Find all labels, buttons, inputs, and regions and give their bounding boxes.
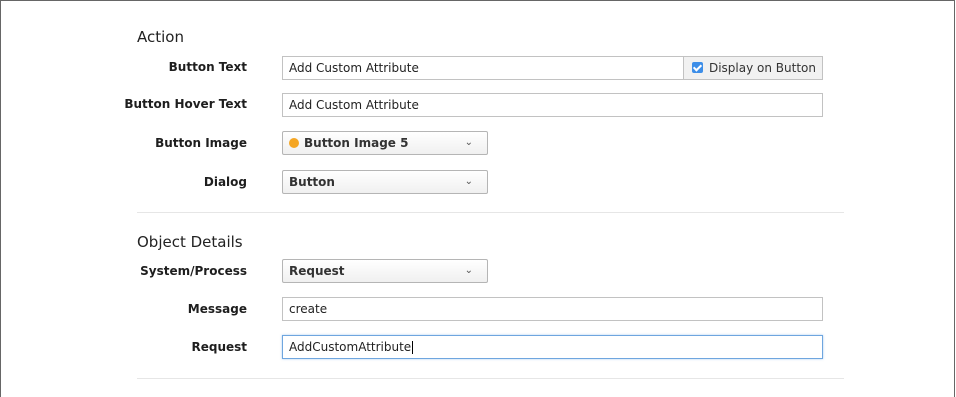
button-image-select[interactable]: Button Image 5 ⌄: [282, 131, 488, 155]
display-on-button-toggle[interactable]: Display on Button: [682, 56, 823, 80]
system-process-select[interactable]: Request ⌄: [282, 259, 488, 283]
dialog-label: Dialog: [203, 175, 247, 189]
dialog-value: Button: [289, 175, 335, 189]
section-divider: [137, 212, 844, 213]
chevron-down-icon: ⌄: [464, 176, 473, 187]
orange-dot-icon: [289, 138, 299, 148]
button-image-value: Button Image 5: [304, 136, 409, 150]
chevron-down-icon: ⌄: [464, 137, 473, 148]
button-image-label: Button Image: [155, 136, 247, 150]
request-input[interactable]: AddCustomAttribute: [282, 335, 823, 359]
message-input[interactable]: create: [282, 297, 823, 321]
text-cursor: [412, 341, 414, 354]
button-hover-text-input[interactable]: Add Custom Attribute: [282, 93, 823, 117]
system-process-value: Request: [289, 264, 345, 278]
message-value: create: [289, 302, 328, 316]
message-label: Message: [187, 302, 247, 316]
button-text-label: Button Text: [168, 60, 247, 74]
display-on-button-checkbox[interactable]: [691, 62, 703, 73]
section-title-object-details: Object Details: [137, 233, 243, 251]
button-hover-text-value: Add Custom Attribute: [289, 98, 419, 112]
section-divider-bottom: [137, 378, 844, 379]
section-title-action: Action: [137, 28, 184, 46]
request-label: Request: [191, 340, 247, 354]
button-hover-text-label: Button Hover Text: [124, 97, 247, 111]
dialog-select[interactable]: Button ⌄: [282, 170, 488, 194]
button-text-input[interactable]: Add Custom Attribute Display on Button: [282, 56, 823, 80]
chevron-down-icon: ⌄: [464, 265, 473, 276]
request-value: AddCustomAttribute: [289, 340, 412, 354]
system-process-label: System/Process: [140, 264, 247, 278]
button-text-value: Add Custom Attribute: [289, 61, 419, 75]
display-on-button-label: Display on Button: [708, 61, 816, 75]
